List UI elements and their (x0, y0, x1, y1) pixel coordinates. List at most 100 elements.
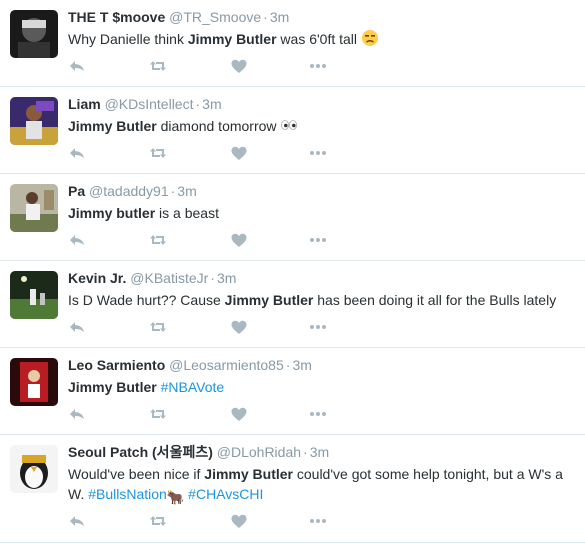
reply-icon (68, 512, 86, 530)
tweet[interactable]: Pa @tadaddy91 · 3m Jimmy butler is a beast (0, 174, 585, 261)
highlighted-keyword: Jimmy Butler (224, 292, 314, 308)
highlighted-keyword: Jimmy Butler (68, 118, 157, 134)
timestamp[interactable]: 3m (292, 357, 311, 373)
reply-icon (68, 231, 86, 249)
reply-button[interactable] (68, 512, 86, 530)
avatar[interactable] (10, 358, 58, 406)
retweet-icon (149, 405, 167, 423)
tweet[interactable]: THE T $moove @TR_Smoove · 3m Why Danielle … (0, 0, 585, 87)
like-button[interactable] (230, 405, 248, 423)
tweet[interactable]: Kevin Jr. @KBatisteJr · 3m Is D Wade hurt?… (0, 261, 585, 348)
text-segment: diamond tomorrow (156, 118, 281, 134)
like-button[interactable] (230, 144, 248, 162)
more-button[interactable] (309, 231, 327, 249)
more-button[interactable] (309, 405, 327, 423)
text-segment: is a beast (155, 205, 219, 221)
hashtag-link[interactable]: #CHAvsCHI (188, 486, 263, 502)
tweet-header: Liam @KDsIntellect · 3m (68, 95, 577, 113)
timestamp[interactable]: 3m (177, 183, 196, 199)
author-handle[interactable]: @Leosarmiento85 (169, 357, 284, 373)
text-segment: Is D Wade hurt?? Cause (68, 292, 225, 308)
retweet-icon (149, 318, 167, 336)
tweet[interactable]: Seoul Patch (서울페츠) @DLohRidah · 3m Would'v… (0, 435, 585, 543)
author-name[interactable]: Pa (68, 183, 85, 199)
like-button[interactable] (230, 231, 248, 249)
author-name[interactable]: Kevin Jr. (68, 270, 126, 286)
like-icon (230, 144, 248, 162)
like-button[interactable] (230, 512, 248, 530)
tweet[interactable]: Liam @KDsIntellect · 3m Jimmy Butler diamo… (0, 87, 585, 174)
text-segment: was 6'0ft tall (276, 31, 361, 47)
author-name[interactable]: THE T $moove (68, 9, 165, 25)
retweet-button[interactable] (149, 318, 167, 336)
timestamp[interactable]: 3m (217, 270, 236, 286)
timestamp[interactable]: 3m (270, 9, 289, 25)
retweet-button[interactable] (149, 405, 167, 423)
hashtag-link[interactable]: #NBAVote (161, 379, 225, 395)
tweet-text: Jimmy butler is a beast (68, 203, 577, 223)
retweet-button[interactable] (149, 512, 167, 530)
author-name[interactable]: Liam (68, 96, 101, 112)
reply-button[interactable] (68, 57, 86, 75)
like-button[interactable] (230, 57, 248, 75)
like-button[interactable] (230, 318, 248, 336)
avatar[interactable] (10, 97, 58, 145)
author-handle[interactable]: @DLohRidah (217, 444, 301, 460)
text-segment: Would've been nice if (68, 466, 205, 482)
retweet-button[interactable] (149, 231, 167, 249)
text-segment: has been doing it all for the Bulls late… (313, 292, 557, 308)
avatar[interactable] (10, 445, 58, 493)
avatar[interactable] (10, 184, 58, 232)
timestamp[interactable]: 3m (310, 444, 329, 460)
retweet-button[interactable] (149, 57, 167, 75)
bull-emoji-icon: 🐂 (166, 489, 185, 505)
tweet-header: Leo Sarmiento @Leosarmiento85 · 3m (68, 356, 577, 374)
text-segment: Why Danielle think (68, 31, 188, 47)
more-icon (309, 231, 327, 249)
author-name[interactable]: Seoul Patch (서울페츠) (68, 444, 213, 460)
highlighted-keyword: Jimmy Butler (187, 31, 277, 47)
highlighted-keyword: Jimmy Butler (68, 379, 157, 395)
more-icon (309, 512, 327, 530)
tweet-text: Would've been nice if Jimmy Butler could… (68, 464, 577, 507)
retweet-icon (149, 231, 167, 249)
reply-button[interactable] (68, 231, 86, 249)
like-icon (230, 57, 248, 75)
tweet[interactable]: Leo Sarmiento @Leosarmiento85 · 3m Jimmy B… (0, 348, 585, 435)
more-icon (309, 57, 327, 75)
author-handle[interactable]: @KDsIntellect (105, 96, 194, 112)
tweet-text: Why Danielle think Jimmy Butler was 6'0f… (68, 29, 577, 52)
reply-icon (68, 57, 86, 75)
reply-button[interactable] (68, 405, 86, 423)
more-icon (309, 405, 327, 423)
tweet-header: Kevin Jr. @KBatisteJr · 3m (68, 269, 577, 287)
more-button[interactable] (309, 318, 327, 336)
tweet-text: Jimmy Butler #NBAVote (68, 377, 577, 397)
like-icon (230, 405, 248, 423)
author-handle[interactable]: @TR_Smoove (169, 9, 261, 25)
like-icon (230, 512, 248, 530)
author-name[interactable]: Leo Sarmiento (68, 357, 165, 373)
highlighted-keyword: Jimmy Butler (204, 466, 293, 482)
reply-button[interactable] (68, 144, 86, 162)
separator-dot: · (195, 96, 201, 112)
author-handle[interactable]: @tadaddy91 (89, 183, 169, 199)
tweet-text: Jimmy Butler diamond tomorrow (68, 116, 577, 139)
hashtag-link[interactable]: #BullsNation (88, 486, 167, 502)
avatar[interactable] (10, 10, 58, 58)
timestamp[interactable]: 3m (202, 96, 221, 112)
more-icon (309, 144, 327, 162)
more-button[interactable] (309, 512, 327, 530)
author-handle[interactable]: @KBatisteJr (130, 270, 208, 286)
retweet-button[interactable] (149, 144, 167, 162)
more-button[interactable] (309, 144, 327, 162)
more-button[interactable] (309, 57, 327, 75)
retweet-icon (149, 57, 167, 75)
separator-dot: · (303, 444, 308, 460)
unamused-face-icon (361, 29, 379, 52)
like-icon (230, 318, 248, 336)
tweet-header: Seoul Patch (서울페츠) @DLohRidah · 3m (68, 443, 577, 461)
reply-button[interactable] (68, 318, 86, 336)
avatar[interactable] (10, 271, 58, 319)
like-icon (230, 231, 248, 249)
